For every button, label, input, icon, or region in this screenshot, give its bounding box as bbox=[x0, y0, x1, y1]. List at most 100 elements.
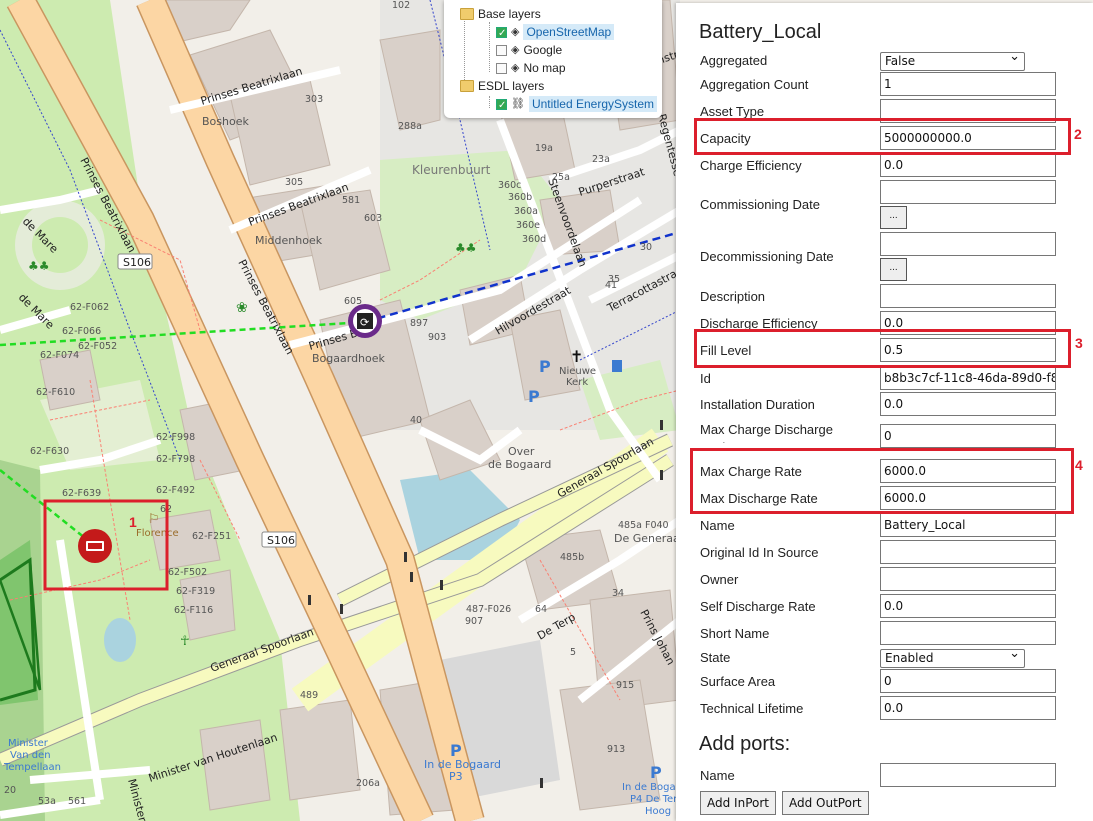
name-input[interactable]: Battery_Local bbox=[880, 513, 1056, 537]
svg-text:62-F492: 62-F492 bbox=[156, 485, 195, 496]
svg-text:360b: 360b bbox=[508, 192, 532, 203]
layers-icon: ◈ bbox=[511, 44, 520, 56]
svg-text:Hoog: Hoog bbox=[645, 806, 671, 817]
svg-text:561: 561 bbox=[68, 796, 86, 807]
add-ports-heading: Add ports: bbox=[699, 733, 791, 755]
field-label-decommissioning-date: Decommissioning Date bbox=[700, 249, 834, 264]
folder-icon bbox=[460, 80, 474, 92]
max-charge-discharge-cycles-input[interactable]: 0 bbox=[880, 424, 1056, 448]
svg-text:Kleurenbuurt: Kleurenbuurt bbox=[412, 163, 491, 177]
svg-text:Florence: Florence bbox=[136, 528, 179, 539]
charge-efficiency-input[interactable]: 0.0 bbox=[880, 153, 1056, 177]
state-select[interactable]: Enabled bbox=[880, 646, 1025, 668]
self-discharge-rate-input[interactable]: 0.0 bbox=[880, 594, 1056, 618]
id-input[interactable]: b8b3c7cf-11c8-46da-89d0-f8 bbox=[880, 366, 1056, 390]
field-label-state: State bbox=[700, 650, 731, 665]
svg-text:485b: 485b bbox=[560, 552, 584, 563]
svg-text:62-F998: 62-F998 bbox=[156, 432, 195, 443]
svg-text:Kerk: Kerk bbox=[566, 377, 588, 388]
decommissioning-date-input[interactable] bbox=[880, 232, 1056, 256]
svg-text:485a F040: 485a F040 bbox=[618, 520, 669, 531]
checkbox-checked[interactable] bbox=[496, 26, 507, 42]
select-value: Enabled bbox=[885, 651, 934, 665]
svg-text:De Generaal: De Generaal bbox=[614, 532, 683, 545]
checkbox[interactable] bbox=[496, 44, 507, 56]
svg-text:303: 303 bbox=[305, 94, 323, 105]
highlight-box-rates bbox=[690, 448, 1074, 514]
layer-google[interactable]: ◈ Google bbox=[496, 42, 562, 58]
field-label-commissioning-date: Commissioning Date bbox=[700, 197, 820, 212]
transformer-marker[interactable]: ⟳ bbox=[348, 304, 382, 338]
folder-icon bbox=[460, 8, 474, 20]
surface-area-input[interactable]: 0 bbox=[880, 669, 1056, 693]
svg-text:102: 102 bbox=[392, 0, 410, 11]
field-label-surface-area: Surface Area bbox=[700, 674, 776, 689]
svg-text:✝: ✝ bbox=[570, 347, 583, 366]
tree-group-base[interactable]: Base layers bbox=[460, 6, 541, 22]
add-outport-button[interactable]: Add OutPort bbox=[782, 791, 869, 815]
svg-text:360a: 360a bbox=[514, 206, 538, 217]
svg-text:64: 64 bbox=[535, 604, 547, 615]
checkbox[interactable] bbox=[496, 62, 507, 74]
layer-label: OpenStreetMap bbox=[523, 24, 615, 40]
svg-text:P: P bbox=[528, 387, 540, 406]
commissioning-date-input[interactable] bbox=[880, 180, 1056, 204]
layer-openstreetmap[interactable]: ◈ OpenStreetMap bbox=[496, 24, 615, 42]
field-label-aggregated: Aggregated bbox=[700, 53, 768, 68]
field-label-description: Description bbox=[700, 289, 766, 304]
svg-text:P: P bbox=[539, 357, 551, 376]
technical-lifetime-input[interactable]: 0.0 bbox=[880, 696, 1056, 720]
svg-text:62-F798: 62-F798 bbox=[156, 454, 195, 465]
layer-no-map[interactable]: ◈ No map bbox=[496, 60, 566, 76]
owner-input[interactable] bbox=[880, 567, 1056, 591]
svg-text:de Bogaard: de Bogaard bbox=[488, 458, 551, 471]
svg-text:915: 915 bbox=[616, 680, 634, 691]
field-label-owner: Owner bbox=[700, 572, 739, 587]
installation-duration-input[interactable]: 0.0 bbox=[880, 392, 1056, 416]
commissioning-date-picker-button[interactable]: ... bbox=[880, 206, 907, 229]
svg-text:487-F026: 487-F026 bbox=[466, 604, 511, 615]
svg-text:Middenhoek: Middenhoek bbox=[255, 234, 323, 247]
tree-group-esdl[interactable]: ESDL layers bbox=[460, 78, 544, 94]
description-input[interactable] bbox=[880, 284, 1056, 308]
checkbox-checked[interactable] bbox=[496, 98, 507, 114]
svg-text:Boshoek: Boshoek bbox=[202, 115, 249, 128]
svg-text:Tempellaan: Tempellaan bbox=[3, 762, 61, 773]
svg-text:489: 489 bbox=[300, 690, 318, 701]
svg-text:62-F630: 62-F630 bbox=[30, 446, 69, 457]
asset-title: Battery_Local bbox=[699, 21, 822, 43]
svg-text:34: 34 bbox=[612, 588, 624, 599]
svg-text:897: 897 bbox=[410, 318, 428, 329]
decommissioning-date-picker-button[interactable]: ... bbox=[880, 258, 907, 281]
svg-text:360c: 360c bbox=[498, 180, 521, 191]
svg-text:Van den: Van den bbox=[10, 750, 51, 761]
layer-label: Google bbox=[523, 43, 563, 57]
original-id-input[interactable] bbox=[880, 540, 1056, 564]
add-inport-button[interactable]: Add InPort bbox=[700, 791, 776, 815]
field-label-charge-efficiency: Charge Efficiency bbox=[700, 158, 802, 173]
svg-text:Over: Over bbox=[508, 445, 535, 458]
tree-group-label: ESDL layers bbox=[478, 79, 545, 93]
aggregated-select[interactable]: False bbox=[880, 49, 1025, 71]
layers-icon: ◈ bbox=[511, 26, 520, 38]
svg-text:23a: 23a bbox=[592, 154, 610, 165]
svg-text:913: 913 bbox=[607, 744, 625, 755]
svg-text:40: 40 bbox=[410, 415, 422, 426]
short-name-input[interactable] bbox=[880, 621, 1056, 645]
svg-text:907: 907 bbox=[465, 616, 483, 627]
select-value: False bbox=[885, 54, 916, 68]
aggregation-count-input[interactable]: 1 bbox=[880, 72, 1056, 96]
svg-text:5: 5 bbox=[570, 647, 576, 658]
svg-text:P: P bbox=[450, 741, 462, 760]
layer-untitled-energysystem[interactable]: ⛓ Untitled EnergySystem bbox=[496, 96, 658, 114]
svg-text:206a: 206a bbox=[356, 778, 380, 789]
field-label-original-id: Original Id In Source bbox=[700, 545, 819, 560]
port-name-input[interactable] bbox=[880, 763, 1056, 787]
highlight-label-3: 3 bbox=[1075, 335, 1083, 351]
layer-label: No map bbox=[523, 61, 566, 75]
battery-marker[interactable] bbox=[78, 529, 112, 563]
svg-text:Nieuwe: Nieuwe bbox=[559, 366, 596, 377]
field-label-self-discharge-rate: Self Discharge Rate bbox=[700, 599, 816, 614]
field-label-short-name: Short Name bbox=[700, 626, 770, 641]
svg-text:35: 35 bbox=[608, 274, 620, 285]
